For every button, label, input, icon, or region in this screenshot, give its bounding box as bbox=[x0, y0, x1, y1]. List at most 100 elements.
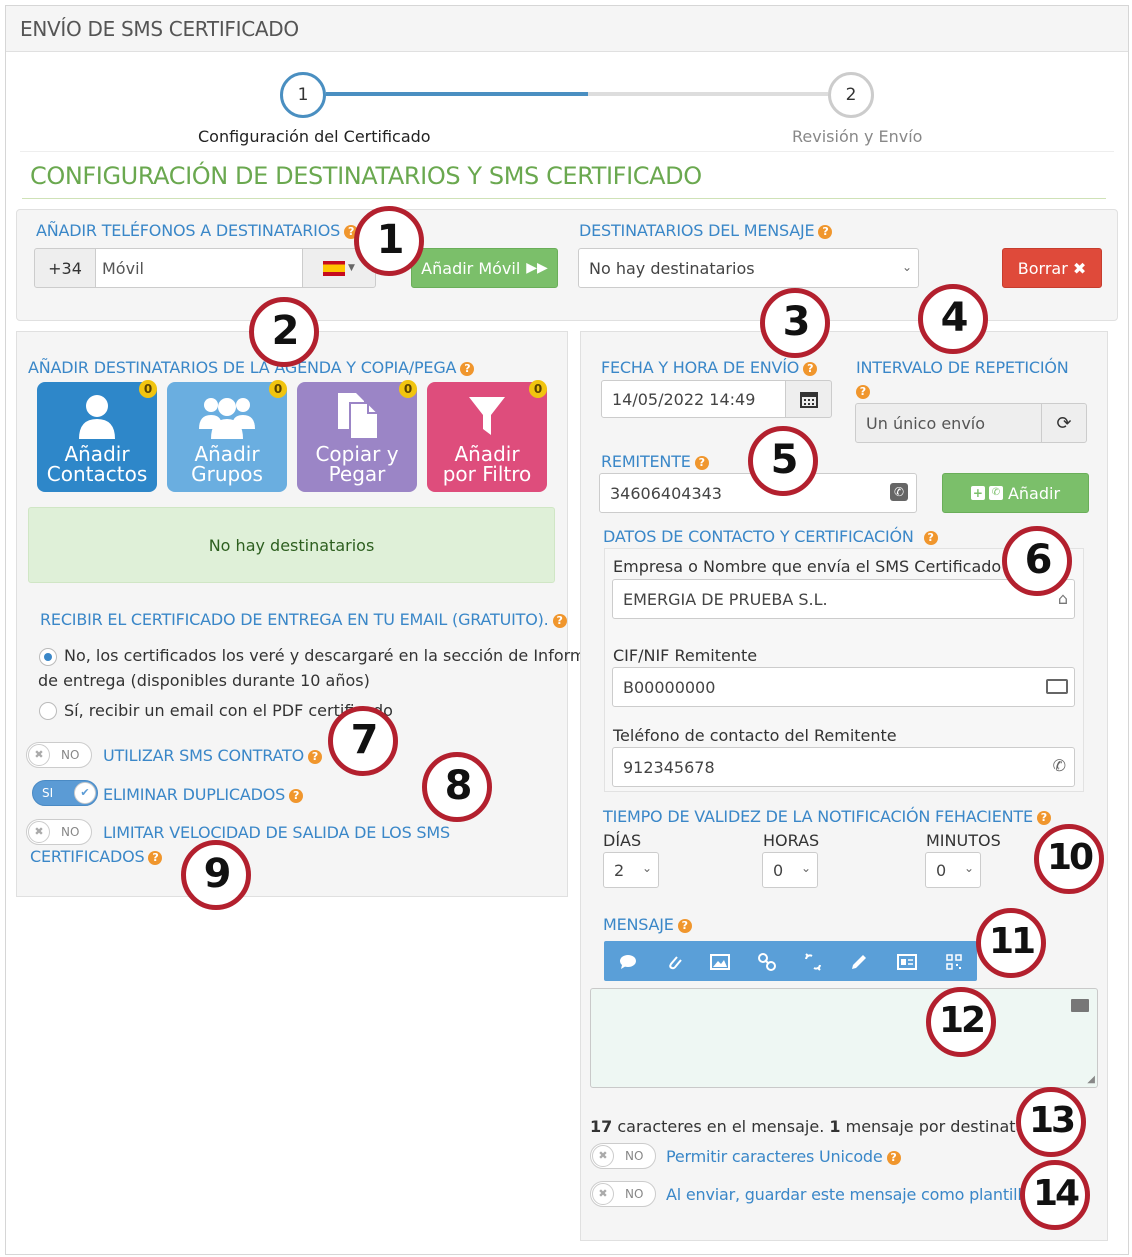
toggle-duplicates[interactable]: SI ✔ bbox=[32, 780, 98, 806]
section-title: CONFIGURACIÓN DE DESTINATARIOS Y SMS CER… bbox=[30, 162, 702, 190]
step-2-label: Revisión y Envío bbox=[792, 127, 923, 146]
days-select[interactable]: 2 ⌄ bbox=[603, 852, 659, 888]
recipients-select[interactable]: No hay destinatarios ⌄ bbox=[578, 248, 919, 288]
callout-5: 5 bbox=[748, 426, 818, 496]
chevron-down-icon: ⌄ bbox=[800, 861, 811, 875]
help-icon: ? bbox=[552, 614, 567, 628]
add-by-filter-tile[interactable]: Añadir por Filtro 0 bbox=[427, 380, 547, 492]
pencil-icon[interactable] bbox=[847, 950, 871, 974]
plus-square-icon: + bbox=[970, 486, 985, 500]
id-card-icon[interactable] bbox=[895, 950, 919, 974]
company-input[interactable]: EMERGIA DE PRUEBA S.L. ⌂ bbox=[612, 579, 1075, 619]
message-toolbar bbox=[604, 941, 977, 981]
interval-select[interactable]: Un único envío bbox=[855, 403, 1042, 443]
contract-label: UTILIZAR SMS CONTRATO? bbox=[103, 746, 322, 765]
callout-8: 8 bbox=[422, 752, 492, 822]
help-icon: ? bbox=[677, 919, 692, 933]
phone-square-icon: ✆ bbox=[988, 486, 1003, 500]
contact-phone-label: Teléfono de contacto del Remitente bbox=[613, 726, 897, 745]
help-icon: ? bbox=[694, 456, 709, 470]
contact-data-label: DATOS DE CONTACTO Y CERTIFICACIÓN? bbox=[603, 527, 938, 546]
help-icon: ? bbox=[923, 531, 938, 545]
validity-label: TIEMPO DE VALIDEZ DE LA NOTIFICACIÓN FEH… bbox=[603, 807, 1051, 826]
qr-code-icon[interactable] bbox=[942, 950, 966, 974]
message-textarea[interactable]: ◢ bbox=[590, 988, 1098, 1088]
chevron-down-icon: ⌄ bbox=[641, 861, 652, 875]
count-badge: 0 bbox=[399, 380, 417, 398]
hours-select[interactable]: 0 ⌄ bbox=[762, 852, 818, 888]
speed-limit-label-cont: CERTIFICADOS? bbox=[30, 847, 163, 866]
toggle-speed-limit[interactable]: ✖ NO bbox=[26, 819, 92, 845]
chevron-down-icon: ⌄ bbox=[963, 861, 974, 875]
minutes-label: MINUTOS bbox=[926, 831, 1001, 850]
count-badge: 0 bbox=[529, 380, 547, 398]
agenda-label: AÑADIR DESTINATARIOS DE LA AGENDA Y COPI… bbox=[28, 358, 475, 377]
help-icon: ? bbox=[148, 851, 163, 865]
step-1-label: Configuración del Certificado bbox=[198, 127, 431, 146]
add-contacts-tile[interactable]: Añadir Contactos 0 bbox=[37, 380, 157, 492]
add-sender-button[interactable]: + ✆ Añadir bbox=[942, 473, 1089, 513]
hours-label: HORAS bbox=[763, 831, 820, 850]
help-icon: ? bbox=[818, 225, 833, 239]
resize-handle-icon[interactable]: ◢ bbox=[1087, 1074, 1095, 1085]
paperclip-icon[interactable] bbox=[662, 950, 686, 974]
toggle-unicode[interactable]: ✖ NO bbox=[590, 1143, 656, 1169]
mobile-input[interactable]: Móvil bbox=[95, 248, 303, 288]
cif-input[interactable]: B00000000 bbox=[612, 667, 1075, 707]
toggle-contract[interactable]: ✖ NO bbox=[26, 742, 92, 768]
help-icon: ? bbox=[289, 789, 304, 803]
image-icon[interactable] bbox=[708, 950, 732, 974]
recipients-label: DESTINATARIOS DEL MENSAJE? bbox=[579, 221, 833, 240]
days-label: DÍAS bbox=[603, 831, 642, 850]
close-icon: ✖ bbox=[1072, 258, 1087, 278]
close-icon: ✖ bbox=[28, 821, 50, 843]
callout-7: 7 bbox=[328, 706, 398, 776]
speed-limit-label: LIMITAR VELOCIDAD DE SALIDA DE LOS SMS bbox=[103, 823, 450, 842]
step-2-circle[interactable]: 2 bbox=[828, 72, 874, 118]
refresh-icon[interactable]: ⟳ bbox=[1041, 403, 1087, 443]
filter-icon bbox=[427, 390, 547, 442]
callout-6: 6 bbox=[1002, 526, 1072, 596]
window-header: ENVÍO DE SMS CERTIFICADO bbox=[6, 6, 1128, 52]
envelope-icon bbox=[1071, 999, 1089, 1012]
link-icon[interactable] bbox=[755, 950, 779, 974]
add-phones-label: AÑADIR TELÉFONOS A DESTINATARIOS? bbox=[36, 221, 359, 240]
id-card-icon bbox=[1046, 679, 1068, 694]
cif-label: CIF/NIF Remitente bbox=[613, 646, 758, 665]
add-mobile-button[interactable]: Añadir Móvil ▶▶ bbox=[411, 248, 558, 288]
callout-14: 14 bbox=[1020, 1160, 1090, 1230]
add-groups-tile[interactable]: Añadir Grupos 0 bbox=[167, 380, 287, 492]
contact-phone-input[interactable]: 912345678 ✆ bbox=[612, 747, 1075, 787]
duplicates-label: ELIMINAR DUPLICADOS? bbox=[103, 785, 304, 804]
send-date-input[interactable]: 14/05/2022 14:49 bbox=[601, 380, 786, 418]
help-icon: ? bbox=[1036, 811, 1051, 825]
user-icon bbox=[37, 390, 157, 442]
close-icon: ✖ bbox=[592, 1183, 614, 1205]
help-icon: ? bbox=[803, 362, 818, 376]
option-no-email-text: No, los certificados los veré y descarga… bbox=[64, 646, 604, 665]
callout-10: 10 bbox=[1034, 824, 1104, 894]
callout-3: 3 bbox=[760, 288, 830, 358]
copy-paste-tile[interactable]: Copiar y Pegar 0 bbox=[297, 380, 417, 492]
step-progress-line bbox=[326, 92, 588, 96]
certificate-email-label: RECIBIR EL CERTIFICADO DE ENTREGA EN TU … bbox=[40, 610, 567, 629]
interval-label: INTERVALO DE REPETICIÓN bbox=[856, 358, 1069, 377]
sender-label: REMITENTE? bbox=[601, 452, 709, 471]
clear-button[interactable]: Borrar ✖ bbox=[1002, 248, 1102, 288]
help-icon: ? bbox=[308, 750, 322, 764]
count-badge: 0 bbox=[139, 380, 157, 398]
step-1-circle[interactable]: 1 bbox=[280, 72, 326, 118]
callout-11: 11 bbox=[976, 908, 1046, 978]
speech-bubble-icon[interactable] bbox=[616, 950, 640, 974]
radio-yes-email[interactable] bbox=[39, 702, 57, 720]
minutes-select[interactable]: 0 ⌄ bbox=[925, 852, 981, 888]
toggle-save-template[interactable]: ✖ NO bbox=[590, 1181, 656, 1207]
chevron-down-icon: ⌄ bbox=[901, 260, 912, 274]
window-title: ENVÍO DE SMS CERTIFICADO bbox=[20, 17, 299, 41]
phone-icon: ✆ bbox=[1052, 756, 1066, 775]
message-counter: 17 caracteres en el mensaje. 1 mensaje p… bbox=[590, 1117, 1051, 1136]
double-chevron-right-icon: ▶▶ bbox=[526, 260, 548, 276]
radio-no-email[interactable] bbox=[39, 648, 57, 666]
calendar-icon[interactable] bbox=[785, 380, 832, 418]
unlink-icon[interactable] bbox=[801, 950, 825, 974]
